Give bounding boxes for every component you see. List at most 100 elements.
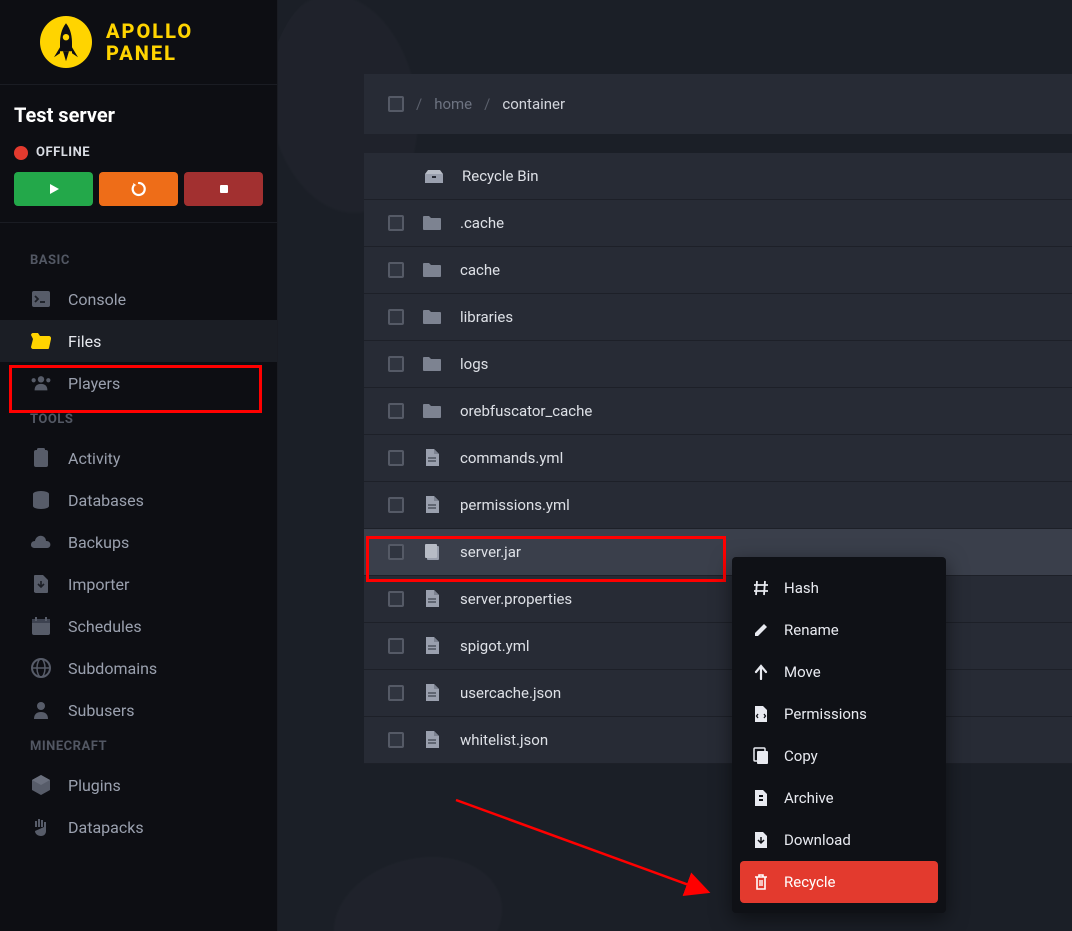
ctx-label: Archive: [784, 789, 834, 807]
row-checkbox[interactable]: [388, 638, 404, 654]
status-text: OFFLINE: [36, 145, 90, 160]
file-text-icon: [422, 730, 442, 750]
clipboard-icon: [30, 447, 52, 469]
hash-icon: [752, 579, 770, 597]
folder-row[interactable]: .cache: [364, 200, 1072, 247]
file-row[interactable]: whitelist.json: [364, 717, 1072, 764]
copy-icon: [752, 747, 770, 765]
nav-subdomains[interactable]: Subdomains: [0, 647, 277, 689]
nav-importer[interactable]: Importer: [0, 563, 277, 605]
server-block: Test server OFFLINE: [0, 85, 277, 223]
ctx-copy[interactable]: Copy: [740, 735, 938, 777]
ctx-hash[interactable]: Hash: [740, 567, 938, 609]
row-checkbox[interactable]: [388, 450, 404, 466]
file-name: spigot.yml: [460, 637, 530, 655]
nav-label: Importer: [68, 575, 129, 594]
recycle-bin-row[interactable]: Recycle Bin: [364, 153, 1072, 200]
ctx-label: Copy: [784, 747, 818, 765]
stop-button[interactable]: [184, 172, 263, 206]
nav-label: Activity: [68, 449, 120, 468]
row-checkbox[interactable]: [388, 403, 404, 419]
ctx-label: Recycle: [784, 873, 836, 891]
trash-icon: [752, 873, 770, 891]
nav: BASIC Console Files Players TOOLS Activi…: [0, 223, 277, 870]
rocket-icon: [40, 16, 92, 68]
nav-databases[interactable]: Databases: [0, 479, 277, 521]
nav-backups[interactable]: Backups: [0, 521, 277, 563]
ctx-label: Move: [784, 663, 821, 681]
file-name: libraries: [460, 308, 513, 326]
nav-label: Databases: [68, 491, 144, 510]
stop-icon: [218, 183, 230, 195]
file-name: whitelist.json: [460, 731, 548, 749]
ctx-recycle[interactable]: Recycle: [740, 861, 938, 903]
folder-row[interactable]: logs: [364, 341, 1072, 388]
nav-players[interactable]: Players: [0, 362, 277, 404]
row-checkbox[interactable]: [388, 685, 404, 701]
brand-line2: PANEL: [106, 42, 193, 64]
breadcrumb-separator: /: [484, 95, 490, 113]
file-row[interactable]: usercache.json: [364, 670, 1072, 717]
nav-subusers[interactable]: Subusers: [0, 689, 277, 731]
folder-row[interactable]: cache: [364, 247, 1072, 294]
folder-row[interactable]: orebfuscator_cache: [364, 388, 1072, 435]
row-checkbox[interactable]: [388, 309, 404, 325]
breadcrumb: / home / container: [364, 74, 1072, 134]
file-name: Recycle Bin: [462, 167, 539, 185]
row-checkbox[interactable]: [388, 215, 404, 231]
nav-heading-tools: TOOLS: [0, 412, 277, 427]
select-all-checkbox[interactable]: [388, 96, 404, 112]
database-icon: [30, 489, 52, 511]
nav-datapacks[interactable]: Datapacks: [0, 806, 277, 848]
nav-schedules[interactable]: Schedules: [0, 605, 277, 647]
folder-icon: [422, 354, 442, 374]
ctx-label: Download: [784, 831, 851, 849]
ctx-rename[interactable]: Rename: [740, 609, 938, 651]
brand-logo[interactable]: APOLLO PANEL: [0, 0, 277, 85]
context-menu: Hash Rename Move Permissions Copy Archiv…: [732, 557, 946, 913]
download-icon: [752, 831, 770, 849]
nav-label: Datapacks: [68, 818, 144, 837]
nav-plugins[interactable]: Plugins: [0, 764, 277, 806]
row-checkbox[interactable]: [388, 262, 404, 278]
nav-label: Console: [68, 290, 126, 309]
ctx-download[interactable]: Download: [740, 819, 938, 861]
file-text-icon: [422, 448, 442, 468]
nav-activity[interactable]: Activity: [0, 437, 277, 479]
file-row[interactable]: spigot.yml: [364, 623, 1072, 670]
file-archive-icon: [422, 542, 442, 562]
play-icon: [47, 182, 61, 196]
file-row[interactable]: server.properties: [364, 576, 1072, 623]
file-download-icon: [30, 573, 52, 595]
row-checkbox[interactable]: [388, 544, 404, 560]
nav-files[interactable]: Files: [0, 320, 277, 362]
file-row[interactable]: commands.yml: [364, 435, 1072, 482]
file-row-selected[interactable]: server.jar: [364, 529, 1072, 576]
file-name: .cache: [460, 214, 504, 232]
row-checkbox[interactable]: [388, 356, 404, 372]
row-checkbox[interactable]: [388, 591, 404, 607]
nav-label: Players: [68, 374, 120, 393]
restart-icon: [130, 180, 148, 198]
row-checkbox[interactable]: [388, 497, 404, 513]
ctx-permissions[interactable]: Permissions: [740, 693, 938, 735]
folder-row[interactable]: libraries: [364, 294, 1072, 341]
row-checkbox[interactable]: [388, 732, 404, 748]
ctx-archive[interactable]: Archive: [740, 777, 938, 819]
hand-icon: [30, 816, 52, 838]
folder-icon: [422, 401, 442, 421]
file-text-icon: [422, 495, 442, 515]
file-name: commands.yml: [460, 449, 563, 467]
archive-icon: [752, 789, 770, 807]
folder-icon: [422, 307, 442, 327]
start-button[interactable]: [14, 172, 93, 206]
nav-console[interactable]: Console: [0, 278, 277, 320]
nav-heading-minecraft: MINECRAFT: [0, 739, 277, 754]
file-row[interactable]: permissions.yml: [364, 482, 1072, 529]
file-name: server.properties: [460, 590, 572, 608]
file-list: Recycle Bin .cache cache libraries logs …: [364, 153, 1072, 764]
ctx-move[interactable]: Move: [740, 651, 938, 693]
breadcrumb-home[interactable]: home: [434, 95, 472, 113]
restart-button[interactable]: [99, 172, 178, 206]
nav-label: Files: [68, 332, 101, 351]
